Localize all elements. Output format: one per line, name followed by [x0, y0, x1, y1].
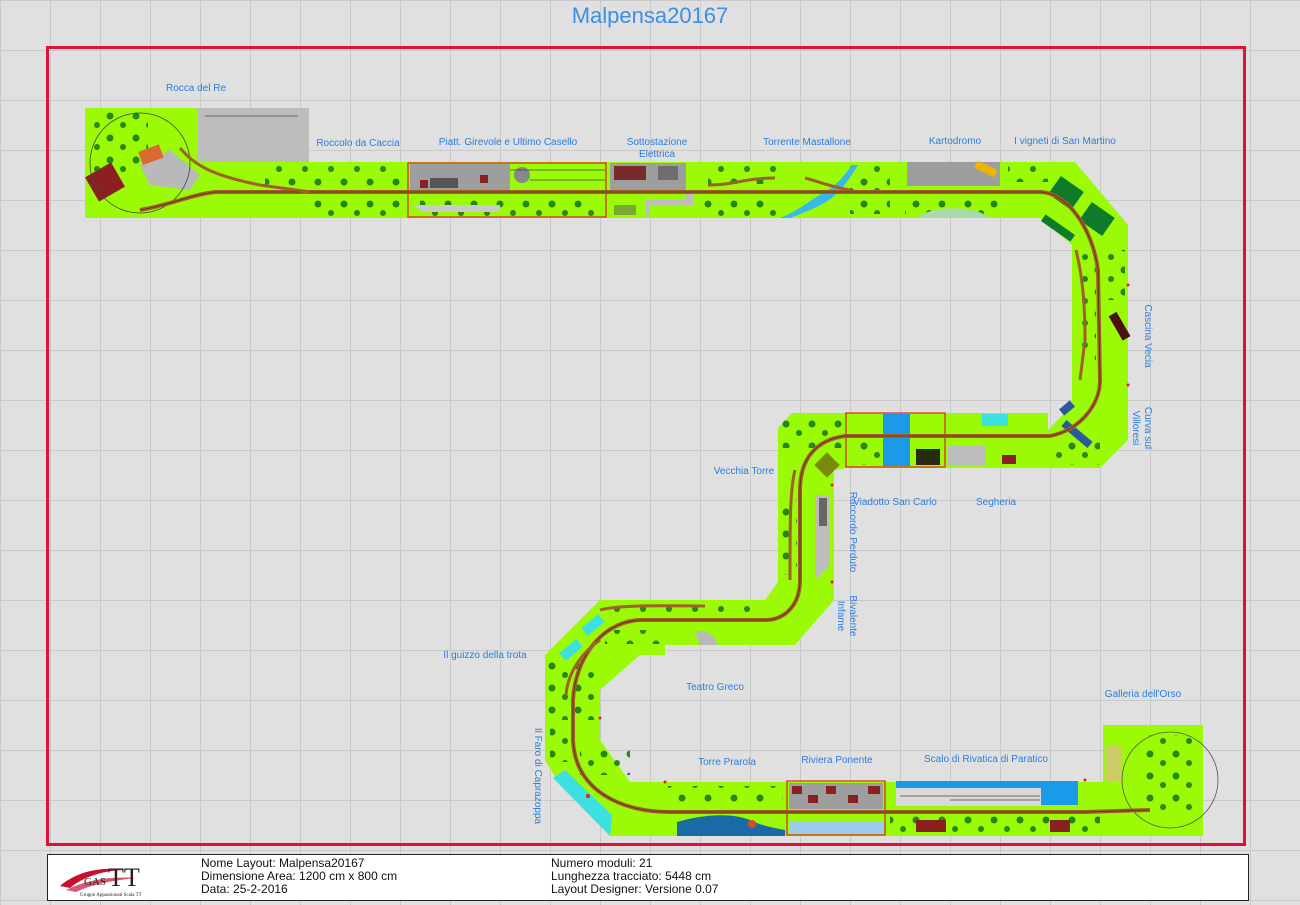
label-curva-1: Curva sul [1142, 407, 1153, 449]
info-box: GAS TT Gruppo Appassionati Scala TT Nome… [47, 854, 1249, 901]
turntable [514, 167, 530, 183]
gas-tt-logo: GAS TT Gruppo Appassionati Scala TT [60, 863, 142, 898]
label-faro: Il Faro di Caprazoppa [532, 728, 543, 825]
label-curva-2: Villoresi [1130, 411, 1141, 446]
rivatica-yard [896, 788, 1041, 806]
label-rocca: Rocca del Re [166, 83, 226, 94]
svg-text:Gruppo Appassionati Scala TT: Gruppo Appassionati Scala TT [80, 893, 142, 898]
riviera-sea [789, 821, 883, 834]
info-designer: Layout Designer: Versione 0.07 [551, 882, 719, 896]
board-modules [85, 108, 1203, 836]
label-teatro: Teatro Greco [686, 682, 744, 693]
label-sotto-2: Elettrica [639, 149, 676, 160]
label-cascina: Cascina Vecia [1142, 304, 1153, 368]
sawmill-yard [948, 446, 986, 466]
label-roccolo: Roccolo da Caccia [316, 138, 400, 149]
label-guizzo: Il guizzo della trota [443, 650, 527, 661]
label-raccordo: Raccordo Perduto [847, 492, 858, 573]
trees [88, 112, 1195, 832]
bear-tunnel-wall [1106, 745, 1122, 781]
label-vecchia: Vecchia Torre [714, 466, 775, 477]
label-torrente: Torrente Mastallone [763, 137, 851, 148]
substation-building [614, 166, 646, 180]
label-segheria: Segheria [976, 497, 1016, 508]
label-galleria: Galleria dell'Orso [1105, 689, 1182, 700]
label-kartodromo: Kartodromo [929, 136, 982, 147]
info-data: Data: 25-2-2016 [201, 882, 288, 896]
label-sotto-1: Sottostazione [627, 137, 688, 148]
label-bivalente-2: Infame [835, 601, 846, 632]
label-viadotto: Viadotto San Carlo [853, 497, 937, 508]
label-torre-prarola: Torre Prarola [698, 757, 756, 768]
svg-text:GAS: GAS [84, 876, 106, 888]
viaduct-water-1 [883, 414, 910, 466]
label-bivalente-1: Bivalente [847, 595, 858, 637]
substation-grid [658, 166, 678, 180]
label-scalo: Scalo di Rivatica di Paratico [924, 754, 1048, 765]
label-piatt: Piatt. Girevole e Ultimo Casello [439, 137, 578, 148]
svg-text:TT: TT [108, 863, 140, 892]
label-vigneti: I vigneti di San Martino [1014, 136, 1116, 147]
viaduct-building [916, 449, 940, 465]
layout-plan: Rocca del Re Roccolo da Caccia Piatt. Gi… [85, 83, 1219, 836]
label-riviera: Riviera Ponente [801, 755, 873, 766]
